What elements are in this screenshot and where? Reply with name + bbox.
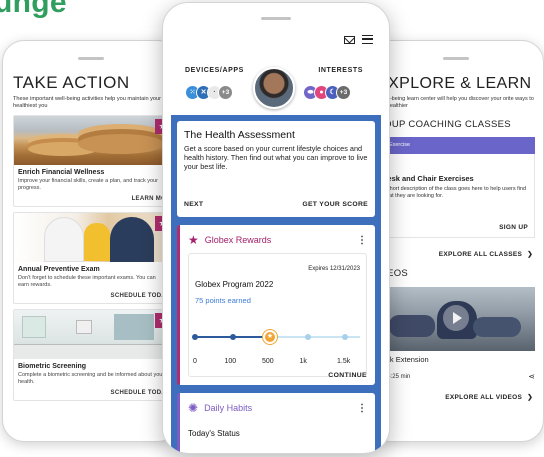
video-meta: ◷ 05:25 min ⋖	[377, 372, 535, 381]
office-image: ★	[14, 310, 170, 359]
class-title: Desk and Chair Exercises	[382, 174, 474, 183]
more-icon[interactable]: +3	[336, 85, 351, 100]
progress-milestone-dot	[304, 334, 311, 340]
learn-more-link[interactable]: LEARN MO	[14, 192, 170, 206]
explore-learn-screen: EXPLORE & LEARN r well-being learn cente…	[377, 75, 535, 423]
todays-status: Today's Status	[188, 429, 240, 438]
mail-icon[interactable]	[344, 35, 355, 44]
pancakes-image: ★	[14, 116, 170, 165]
more-options-icon[interactable]: ⋮	[357, 235, 367, 246]
explore-videos-label: EXPLORE ALL VIDEOS	[445, 394, 523, 401]
health-assessment-title: The Health Assessment	[184, 129, 295, 141]
sun-icon: ✺	[188, 401, 199, 415]
rewards-card: ★ Globex Rewards ⋮ Expires 12/31/2023 Gl…	[177, 225, 375, 385]
card-title: Biometric Screening	[18, 363, 87, 370]
card-description: Don't forget to schedule these important…	[18, 275, 156, 288]
tick-label: 500	[262, 358, 274, 365]
card-description: Improve your financial skills, create a …	[18, 178, 159, 191]
dashboard-phone: DEVICES/APPS INTERESTS ⁙ ✕ · +3 ⬬ ● ☾ +3 The H…	[162, 2, 390, 454]
tick-label: 1.5k	[337, 358, 351, 365]
explore-all-classes-link[interactable]: EXPLORE ALL CLASSES ❯	[377, 250, 535, 258]
rewards-header: ★ Globex Rewards ⋮	[188, 233, 367, 247]
tick-label: 100	[224, 358, 237, 365]
explore-learn-title: EXPLORE & LEARN	[377, 75, 532, 92]
take-action-phone: TAKE ACTION These important well-being a…	[2, 40, 180, 442]
more-options-icon[interactable]: ⋮	[357, 403, 367, 414]
current-level-star-icon: ★	[263, 330, 277, 344]
take-action-screen: TAKE ACTION These important well-being a…	[13, 73, 171, 423]
schedule-today-link[interactable]: SCHEDULE TODA	[14, 289, 170, 303]
interests-label: INTERESTS	[318, 67, 363, 74]
chevron-right-icon: ❯	[527, 394, 533, 401]
menu-icon[interactable]	[362, 35, 373, 44]
explore-learn-phone: EXPLORE & LEARN r well-being learn cente…	[368, 40, 544, 442]
health-assessment-actions: NEXT GET YOUR SCORE	[184, 201, 368, 208]
rewards-program-name: Globex Program 2022	[195, 280, 274, 289]
tick-label: 0	[193, 358, 197, 365]
points-earned: 75 points earned	[195, 296, 251, 305]
profile-header: DEVICES/APPS INTERESTS ⁙ ✕ · +3 ⬬ ● ☾ +3	[171, 31, 381, 127]
sign-up-button[interactable]: SIGN UP	[499, 224, 528, 231]
card-description: Complete a biometric screening and be in…	[18, 372, 165, 385]
dashboard-body: The Health Assessment Get a score based …	[171, 115, 381, 453]
rewards-program-panel: Expires 12/31/2023 Globex Program 2022 7…	[188, 253, 367, 377]
card-preventive-exam[interactable]: ★ Annual Preventive Exam Don't forget to…	[13, 212, 171, 304]
daily-habits-card: ✺ Daily Habits ⋮ Today's Status	[177, 393, 375, 453]
devices-apps-label: DEVICES/APPS	[185, 67, 244, 74]
doctor-visit-image: ★	[14, 213, 170, 262]
health-assessment-description: Get a score based on your current lifest…	[184, 144, 368, 172]
next-button[interactable]: NEXT	[184, 201, 203, 208]
card-biometric-screening[interactable]: ★ Biometric Screening Complete a biometr…	[13, 309, 171, 401]
more-icon[interactable]: +3	[218, 85, 233, 100]
star-icon: ★	[188, 233, 199, 247]
card-title: Annual Preventive Exam	[18, 266, 100, 273]
chevron-right-icon: ❯	[527, 251, 533, 258]
play-icon[interactable]	[443, 305, 469, 331]
interests-chips[interactable]: ⬬ ● ☾ +3	[303, 85, 351, 100]
class-description: A short description of the class goes he…	[382, 186, 526, 199]
daily-habits-header: ✺ Daily Habits ⋮	[188, 401, 367, 415]
rewards-expires: Expires 12/31/2023	[308, 266, 360, 272]
headline-text: unge	[0, 0, 67, 19]
class-card[interactable]: Desk and Chair Exercises A short descrip…	[377, 154, 535, 238]
share-icon[interactable]: ⋖	[528, 372, 535, 381]
header-icons	[344, 35, 373, 44]
avatar[interactable]	[253, 67, 295, 109]
points-progress-track: ★	[192, 328, 360, 348]
health-assessment-card[interactable]: The Health Assessment Get a score based …	[177, 121, 375, 217]
schedule-today-link[interactable]: SCHEDULE TODA	[14, 386, 170, 400]
phone-speaker	[443, 57, 469, 60]
video-title: Back Extension	[377, 355, 429, 364]
card-title: Enrich Financial Wellness	[18, 169, 105, 176]
card-financial-wellness[interactable]: ★ Enrich Financial Wellness Improve your…	[13, 115, 171, 207]
explore-learn-subtitle: r well-being learn center will help you …	[377, 96, 534, 109]
get-your-score-button[interactable]: GET YOUR SCORE	[302, 201, 368, 208]
explore-all-videos-link[interactable]: EXPLORE ALL VIDEOS ❯	[377, 393, 535, 401]
videos-heading: IDEOS	[377, 268, 409, 279]
progress-milestone-dot	[192, 334, 198, 340]
progress-milestone-dot	[342, 334, 348, 340]
progress-milestone-dot	[229, 334, 236, 340]
phone-speaker	[78, 57, 104, 60]
explore-classes-label: EXPLORE ALL CLASSES	[438, 251, 523, 258]
exercise-tag-label: Exercise	[388, 142, 411, 148]
phone-speaker	[261, 17, 291, 20]
exercise-tag: ★Exercise	[377, 137, 535, 154]
coaching-classes-heading: ROUP COACHING CLASSES	[377, 119, 511, 130]
continue-button[interactable]: CONTINUE	[328, 372, 367, 379]
rewards-title: Globex Rewards	[204, 235, 272, 245]
tick-label: 1k	[299, 358, 307, 365]
take-action-subtitle: These important well-being activities he…	[13, 96, 161, 109]
take-action-title: TAKE ACTION	[13, 73, 130, 92]
devices-chips[interactable]: ⁙ ✕ · +3	[185, 85, 233, 100]
video-thumbnail[interactable]	[377, 287, 535, 351]
daily-habits-title: Daily Habits	[204, 403, 253, 413]
